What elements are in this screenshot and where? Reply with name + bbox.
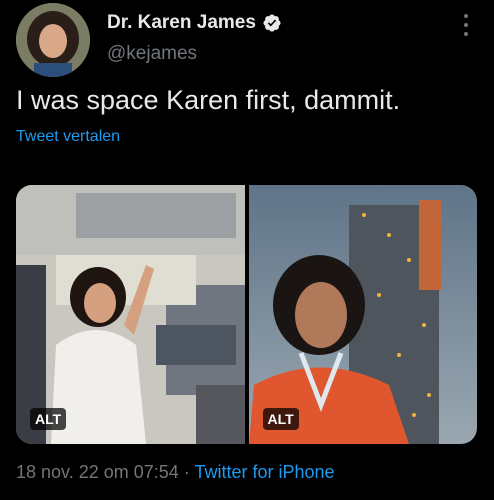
avatar-image bbox=[16, 3, 90, 77]
tweet-timestamp[interactable]: 18 nov. 22 om 07:54 bbox=[16, 462, 179, 482]
media-photo-launchpad[interactable]: ALT bbox=[248, 185, 477, 444]
media-photo-cockpit[interactable]: ALT bbox=[16, 185, 245, 444]
tweet-text: I was space Karen first, dammit. bbox=[16, 85, 401, 115]
alt-badge[interactable]: ALT bbox=[262, 408, 299, 430]
author-name-row[interactable]: Dr. Karen James bbox=[107, 12, 282, 34]
media-grid: ALT ALT bbox=[16, 185, 477, 444]
launchpad-photo bbox=[248, 185, 477, 444]
verified-badge-icon bbox=[263, 14, 281, 32]
meta-separator: · bbox=[178, 462, 195, 482]
dot bbox=[464, 32, 468, 36]
dot bbox=[464, 14, 468, 18]
avatar[interactable] bbox=[16, 3, 90, 77]
cockpit-photo bbox=[16, 185, 245, 444]
tweet-meta: 18 nov. 22 om 07:54 · Twitter for iPhone bbox=[16, 462, 335, 483]
alt-badge[interactable]: ALT bbox=[30, 408, 67, 430]
tweet-source-link[interactable]: Twitter for iPhone bbox=[194, 462, 334, 482]
author-handle[interactable]: @kejames bbox=[107, 43, 197, 65]
dot bbox=[464, 23, 468, 27]
translate-tweet-link[interactable]: Tweet vertalen bbox=[16, 128, 120, 146]
author-name[interactable]: Dr. Karen James bbox=[107, 12, 256, 34]
more-options-icon[interactable] bbox=[456, 14, 476, 36]
